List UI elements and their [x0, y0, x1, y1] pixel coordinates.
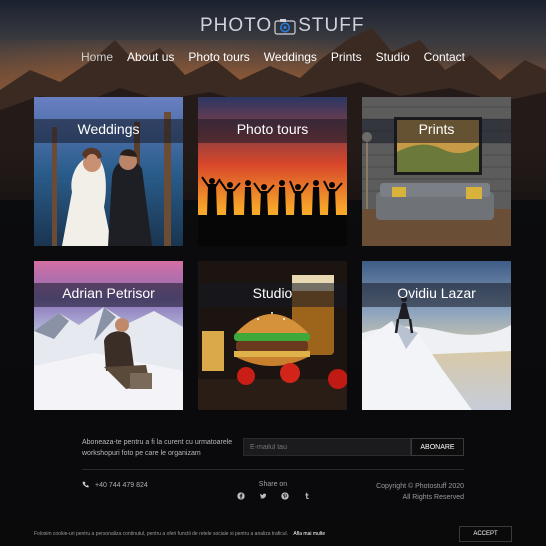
tile-studio-label: Studio — [252, 285, 293, 301]
tile-adrian-petrisor[interactable]: Adrian Petrisor — [34, 261, 183, 410]
pinterest-icon[interactable] — [280, 491, 290, 501]
email-input[interactable] — [243, 438, 411, 456]
phone-icon — [82, 481, 89, 490]
copyright-line-2: All Rights Reserved — [402, 494, 464, 501]
tumblr-icon[interactable] — [302, 491, 312, 501]
tile-ovidiu-lazar[interactable]: Ovidiu Lazar — [362, 261, 511, 410]
nav-prints[interactable]: Prints — [331, 50, 362, 64]
logo-text-left: PHOTO — [200, 15, 273, 36]
twitter-icon[interactable] — [258, 491, 268, 501]
subscribe-button[interactable]: ABONARE — [411, 438, 464, 456]
tile-prints-label: Prints — [418, 121, 455, 137]
nav-contact[interactable]: Contact — [424, 50, 465, 64]
main-nav: Home About us Photo tours Weddings Print… — [0, 50, 546, 64]
nav-home[interactable]: Home — [81, 50, 113, 64]
copyright-line-1: Copyright © Photostuff 2020 — [376, 483, 464, 490]
phone-number: +40 744 479 824 — [95, 482, 148, 489]
cookie-notice: Folosim cookie-uri pentru a personaliza … — [34, 531, 325, 537]
share-label: Share on — [258, 481, 288, 488]
tile-studio[interactable]: Studio — [198, 261, 347, 410]
cookie-text: Folosim cookie-uri pentru a personaliza … — [34, 531, 289, 537]
newsletter-text: Aboneaza-te pentru a fi la curent cu urm… — [82, 439, 233, 457]
tile-adrian-petrisor-label: Adrian Petrisor — [62, 285, 155, 301]
camera-logo-icon — [274, 18, 296, 35]
facebook-icon[interactable] — [236, 491, 246, 501]
tile-prints[interactable]: Prints — [362, 97, 511, 246]
cookie-accept-button[interactable]: ACCEPT — [459, 526, 512, 542]
site-logo[interactable]: PHOTO STUFF — [200, 14, 364, 38]
phone-contact[interactable]: +40 744 479 824 — [82, 481, 148, 490]
tile-photo-tours[interactable]: Photo tours — [198, 97, 347, 246]
nav-studio[interactable]: Studio — [376, 50, 410, 64]
copyright: Copyright © Photostuff 2020 All Rights R… — [340, 481, 464, 503]
site-header: PHOTO STUFF Home About us Photo tours We… — [0, 0, 546, 80]
tile-weddings[interactable]: Weddings — [34, 97, 183, 246]
logo-text-right: STUFF — [298, 15, 365, 36]
nav-photo-tours[interactable]: Photo tours — [188, 50, 249, 64]
social-links — [236, 491, 312, 501]
tile-ovidiu-lazar-label: Ovidiu Lazar — [397, 285, 476, 301]
footer-divider — [82, 469, 464, 470]
nav-about-us[interactable]: About us — [127, 50, 174, 64]
tile-weddings-label: Weddings — [77, 121, 140, 137]
tile-photo-tours-label: Photo tours — [236, 121, 309, 137]
cookie-learn-more-link[interactable]: Afla mai multe — [293, 531, 325, 537]
nav-weddings[interactable]: Weddings — [264, 50, 317, 64]
